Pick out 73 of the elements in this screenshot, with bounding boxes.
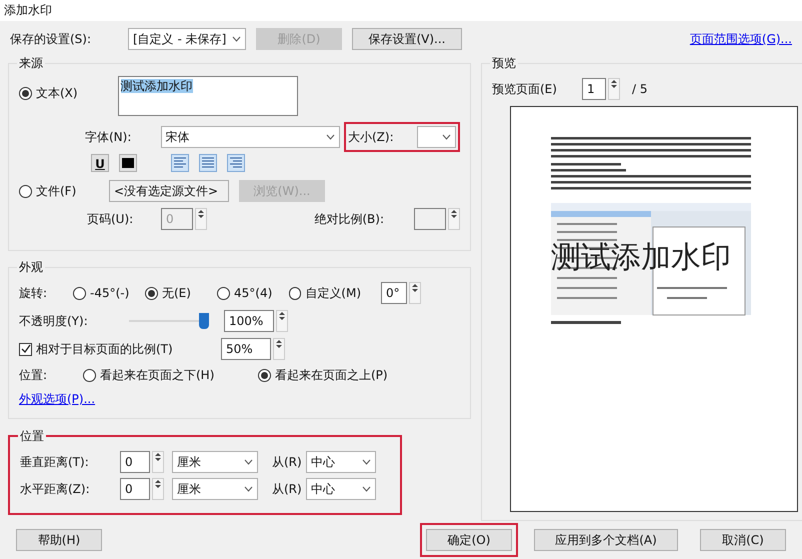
dialog-button[interactable]: 取消(C)	[700, 529, 786, 551]
underline-button[interactable]: U	[91, 154, 109, 172]
font-dropdown[interactable]: 宋体	[160, 126, 340, 148]
spinner-arrows-icon[interactable]	[273, 338, 285, 360]
field-label: 旋转:	[19, 285, 48, 302]
field-label: 位置:	[19, 367, 48, 384]
align-icon[interactable]	[199, 154, 217, 172]
field-label: 垂直距离(T):	[20, 454, 90, 471]
radio-button[interactable]: -45°(-)	[73, 284, 145, 302]
align-icon[interactable]	[171, 154, 189, 172]
chevron-down-icon	[326, 134, 335, 140]
radio-button[interactable]: 看起来在页面之上(P)	[258, 366, 433, 384]
number-field[interactable]: 100%	[224, 310, 274, 332]
number-field[interactable]	[414, 208, 446, 230]
field-label: 大小(Z):	[348, 129, 395, 146]
watermark-text: 测试添加水印	[551, 239, 731, 277]
group-title: 位置	[18, 428, 46, 444]
number-field[interactable]: 50%	[221, 338, 271, 360]
chevron-down-icon	[232, 36, 241, 42]
align-icon[interactable]	[227, 154, 245, 172]
field-label: 保存的设置(S):	[10, 30, 92, 48]
number-field[interactable]: 0°	[381, 282, 407, 304]
field-label: 页码(U):	[87, 211, 134, 228]
chevron-down-icon	[362, 459, 371, 465]
origin-dropdown[interactable]: 中心	[306, 478, 376, 500]
chevron-down-icon	[442, 134, 451, 140]
spinner-arrows-icon[interactable]	[152, 451, 164, 473]
group-title: 预览	[490, 55, 518, 71]
window-title: 添加水印	[4, 2, 52, 20]
group-title: 外观	[17, 259, 45, 275]
field-label: 绝对比例(B):	[314, 211, 384, 228]
radio-button[interactable]: 看起来在页面之下(H)	[83, 366, 258, 384]
group-title: 来源	[17, 55, 45, 71]
number-field[interactable]: 0	[120, 451, 150, 473]
field-label: 字体(N):	[85, 129, 132, 146]
field-label: 预览页面(E)	[492, 81, 558, 98]
radio-button[interactable]: 45°(4)	[217, 284, 289, 302]
origin-dropdown[interactable]: 中心	[306, 451, 376, 473]
field-label: 从(R)	[271, 481, 303, 498]
dialog-button[interactable]: 确定(O)	[426, 529, 512, 551]
field-label: 从(R)	[271, 454, 303, 471]
radio-button[interactable]: 文本(X)	[19, 84, 78, 102]
appearance-options-link[interactable]: 外观选项(P)...	[19, 390, 96, 408]
chevron-down-icon	[362, 486, 371, 492]
opacity-slider[interactable]	[129, 313, 209, 329]
number-field[interactable]: 0	[120, 478, 150, 500]
radio-button[interactable]: 无(E)	[145, 284, 217, 302]
unit-dropdown[interactable]: 厘米	[172, 478, 258, 500]
save-settings-button[interactable]: 保存设置(V)...	[352, 28, 462, 50]
spinner-arrows-icon[interactable]	[276, 310, 288, 332]
watermark-text-field[interactable]: 测试添加水印	[118, 76, 298, 116]
spinner-arrows-icon[interactable]	[195, 208, 207, 230]
chevron-down-icon	[244, 486, 253, 492]
check-icon	[20, 344, 30, 354]
page-total: / 5	[632, 81, 648, 98]
checkbox[interactable]: 相对于目标页面的比例(T)	[19, 340, 221, 358]
color-swatch-icon[interactable]	[119, 154, 137, 172]
field-label: 水平距离(Z):	[20, 481, 91, 498]
unit-dropdown[interactable]: 厘米	[172, 451, 258, 473]
file-path-field[interactable]: <没有选定源文件>	[109, 180, 229, 202]
settings-dropdown[interactable]: [自定义 - 未保存]	[128, 28, 246, 50]
radio-button[interactable]: 自定义(M)	[289, 284, 361, 302]
spinner-arrows-icon[interactable]	[448, 208, 460, 230]
dialog-button[interactable]: 帮助(H)	[16, 529, 102, 551]
field-label: 不透明度(Y):	[19, 313, 89, 330]
dialog-button[interactable]: 应用到多个文档(A)	[534, 529, 678, 551]
radio-button[interactable]: 文件(F)	[19, 182, 109, 200]
chevron-down-icon	[244, 459, 253, 465]
spinner-arrows-icon[interactable]	[409, 282, 421, 304]
spinner-arrows-icon[interactable]	[152, 478, 164, 500]
spinner-arrows-icon[interactable]	[608, 78, 620, 100]
page-range-link[interactable]: 页面范围选项(G)...	[690, 30, 792, 48]
number-field[interactable]: 1	[582, 78, 606, 100]
